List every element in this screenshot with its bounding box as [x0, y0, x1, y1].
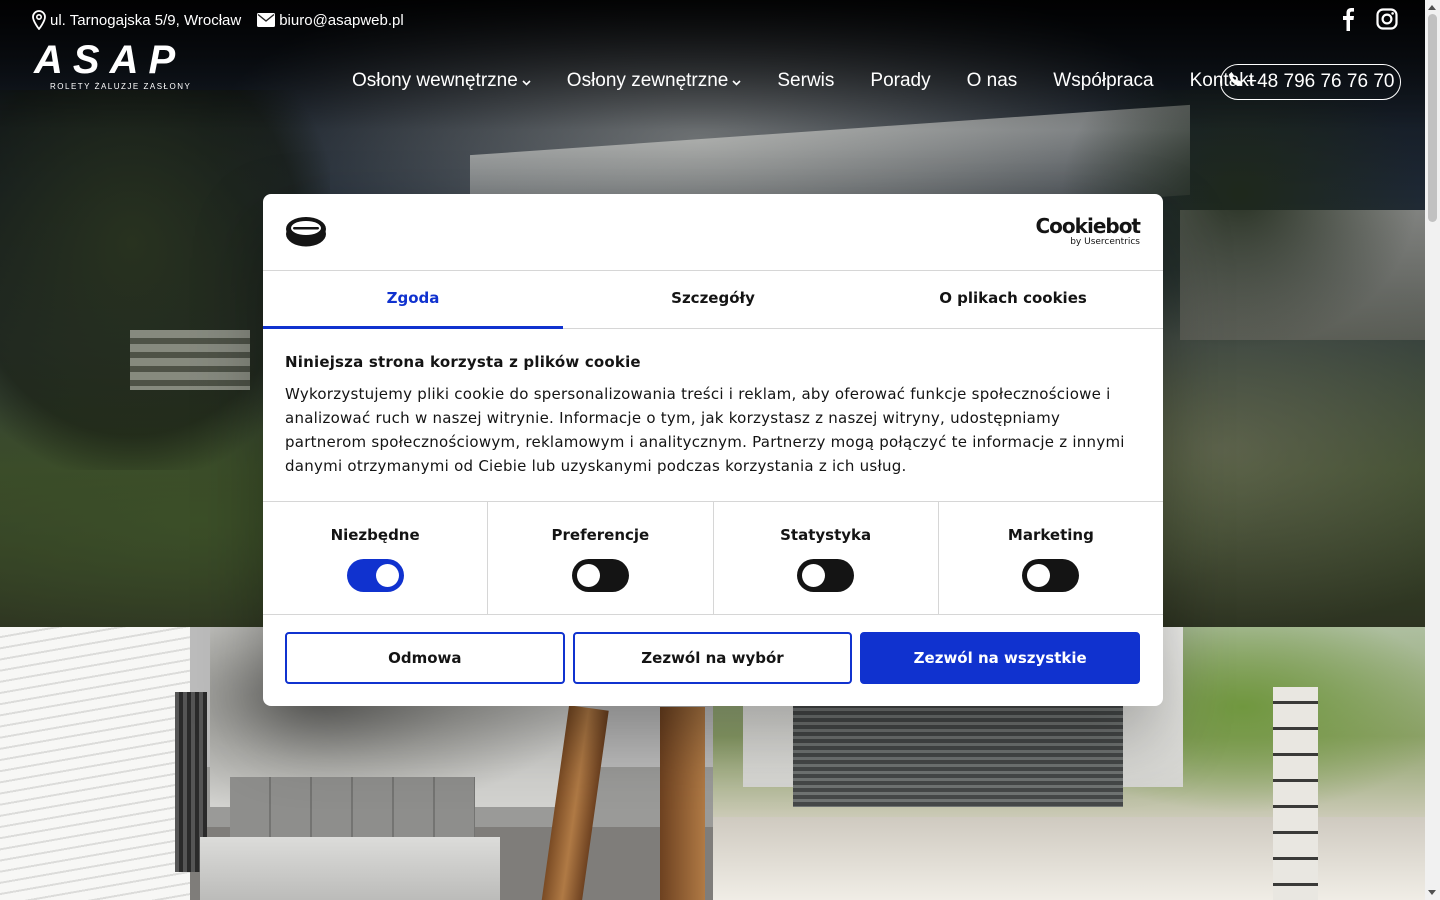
page-scrollbar[interactable]	[1425, 0, 1440, 900]
category-marketing: Marketing	[939, 502, 1163, 614]
nav-item-o-nas[interactable]: O nas	[967, 70, 1018, 92]
preferencje-toggle[interactable]	[571, 559, 629, 592]
cookie-consent-dialog: Cookiebot by Usercentrics Zgoda Szczegół…	[263, 194, 1163, 706]
tab-zgoda[interactable]: Zgoda	[263, 271, 563, 329]
category-label: Niezbędne	[330, 526, 420, 544]
allow-selection-button[interactable]: Zezwól na wybór	[572, 632, 853, 684]
logo-mark: ASAP	[34, 38, 186, 82]
chevron-down-icon	[732, 70, 741, 92]
address-text: ul. Tarnogajska 5/9, Wrocław	[50, 11, 242, 29]
cookiebot-brand[interactable]: Cookiebot by Usercentrics	[1036, 215, 1141, 247]
nav-item-label: Osłony wewnętrzne	[352, 70, 518, 91]
dialog-tabs: Zgoda Szczegóły O plikach cookies	[263, 271, 1163, 329]
nav-item-label: Porady	[870, 70, 931, 91]
scroll-down-arrow-icon[interactable]	[1428, 890, 1436, 895]
instagram-icon[interactable]	[1376, 8, 1398, 34]
dialog-heading: Niniejsza strona korzysta z plików cooki…	[285, 353, 641, 371]
dialog-body: Niniejsza strona korzysta z plików cooki…	[263, 329, 1163, 502]
nav-item-oslony-wewnetrzne[interactable]: Osłony wewnętrzne	[352, 70, 531, 92]
dialog-description: Wykorzystujemy pliki cookie do spersonal…	[285, 385, 1125, 475]
social-links	[1342, 7, 1398, 35]
cookiebot-icon	[285, 216, 327, 252]
nav-item-label: Osłony zewnętrzne	[566, 70, 729, 91]
nav-item-serwis[interactable]: Serwis	[777, 70, 834, 92]
nav-item-label: Serwis	[777, 70, 835, 91]
category-niezbedne: Niezbędne	[263, 502, 489, 614]
nav-item-porady[interactable]: Porady	[870, 70, 930, 92]
phone-button[interactable]: +48 796 76 76 70	[1220, 64, 1402, 100]
dialog-actions: Odmowa Zezwól na wybór Zezwól na wszystk…	[263, 615, 1163, 684]
logo-tagline: ROLETY ŻALUZJE ZASŁONY	[50, 82, 192, 91]
email-text: biuro@asapweb.pl	[279, 11, 404, 29]
marketing-toggle[interactable]	[1022, 559, 1080, 592]
category-label: Preferencje	[551, 526, 650, 544]
phone-icon	[1228, 71, 1244, 93]
chevron-down-icon	[522, 70, 531, 92]
contact-topbar: ul. Tarnogajska 5/9, Wrocław biuro@asapw…	[32, 10, 404, 30]
nav-item-wspolpraca[interactable]: Współpraca	[1053, 70, 1153, 92]
category-preferencje: Preferencje	[488, 502, 714, 614]
deny-button[interactable]: Odmowa	[285, 632, 565, 684]
tab-szczegoly[interactable]: Szczegóły	[563, 271, 863, 328]
nav-item-label: Współpraca	[1053, 70, 1154, 91]
statystyka-toggle[interactable]	[797, 559, 855, 592]
category-statystyka: Statystyka	[714, 502, 939, 614]
niezbedne-toggle[interactable]	[346, 559, 404, 592]
phone-number: +48 796 76 76 70	[1246, 71, 1395, 92]
nav-item-label: O nas	[966, 70, 1018, 91]
nav-item-oslony-zewnetrzne[interactable]: Osłony zewnętrzne	[567, 70, 742, 92]
consent-categories: Niezbędne Preferencje Statystyka Marketi…	[263, 502, 1163, 615]
category-label: Statystyka	[780, 526, 872, 544]
allow-all-button[interactable]: Zezwól na wszystkie	[860, 632, 1141, 684]
scrollbar-thumb[interactable]	[1428, 14, 1437, 222]
map-pin-icon	[32, 10, 46, 30]
site-logo[interactable]: ASAP ROLETY ŻALUZJE ZASŁONY	[34, 40, 199, 95]
brand-subtitle: by Usercentrics	[1070, 237, 1140, 247]
tab-o-plikach-cookies[interactable]: O plikach cookies	[863, 271, 1163, 328]
email-link[interactable]: biuro@asapweb.pl	[257, 11, 404, 29]
facebook-icon[interactable]	[1342, 7, 1354, 35]
brand-name: Cookiebot	[1035, 214, 1141, 238]
address-link[interactable]: ul. Tarnogajska 5/9, Wrocław	[32, 10, 241, 30]
dialog-header: Cookiebot by Usercentrics	[263, 194, 1163, 271]
envelope-icon	[257, 13, 276, 27]
main-navigation: Osłony wewnętrzne Osłony zewnętrzne Serw…	[352, 64, 1402, 100]
scroll-up-arrow-icon[interactable]	[1428, 5, 1436, 10]
category-label: Marketing	[1007, 526, 1094, 544]
